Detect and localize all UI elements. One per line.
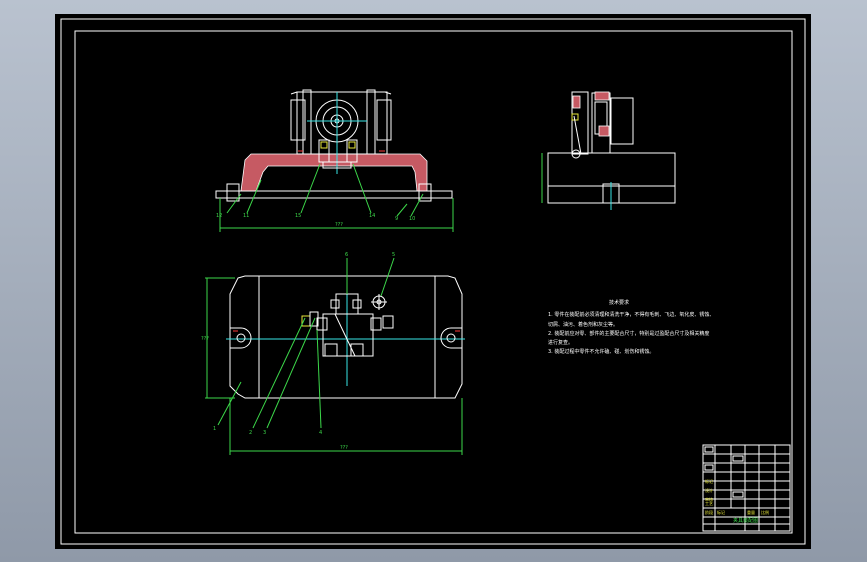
inner-border	[74, 30, 793, 534]
balloon-1: 1	[213, 426, 216, 432]
balloon-12: 12	[216, 213, 222, 219]
tb-label-weight: 重量	[747, 509, 755, 515]
notes-title: 技术要求	[609, 299, 629, 306]
side-section-top	[572, 95, 581, 109]
note-line-2: 切屑、油污、着色剂和灰尘等。	[548, 321, 618, 328]
note-line-4: 进行复查。	[548, 339, 573, 346]
front-view: ??? 12 11 15 14 9 10	[215, 89, 454, 232]
balloon-11: 11	[243, 213, 249, 219]
plan-view: ??? ??? 6 5 1 2 3 4	[201, 252, 465, 455]
cad-viewport[interactable]: ??? 12 11 15 14 9 10 ??? ??? 6 5 1 2 3 4…	[55, 14, 811, 549]
plan-width-label: ???	[340, 445, 348, 451]
balloon-2: 2	[249, 430, 252, 436]
tb-label-stage: 阶段	[705, 509, 713, 515]
drawing-canvas: ??? 12 11 15 14 9 10 ??? ??? 6 5 1 2 3 4…	[60, 18, 806, 545]
note-line-1: 1. 零件在装配前必须清理和清洗干净，不得有毛刺、飞边、氧化皮、锈蚀、	[548, 311, 714, 318]
side-view	[541, 91, 676, 210]
tb-part-name: 夹具装配图	[733, 517, 758, 524]
tb-row-design: 设计	[705, 487, 713, 493]
plan-height-label: ???	[201, 336, 209, 342]
balloon-6: 6	[345, 252, 348, 258]
tb-label-scale: 比例	[761, 509, 769, 515]
balloon-9: 9	[395, 216, 398, 222]
note-line-5: 3. 装配过程中零件不允许磕、碰、划伤和锈蚀。	[548, 348, 654, 355]
outer-border	[60, 18, 806, 545]
balloon-10: 10	[409, 216, 415, 222]
balloon-3: 3	[263, 430, 266, 436]
tb-row-process: 工艺	[705, 501, 713, 506]
balloon-5: 5	[392, 252, 395, 258]
note-line-3: 2. 装配前应对零、部件的主要配合尺寸，特别是过盈配合尺寸及相关精度	[548, 330, 709, 337]
front-base-section	[240, 153, 428, 192]
balloon-15: 15	[295, 213, 301, 219]
balloon-4: 4	[319, 430, 322, 436]
tb-label-mark: 标记	[717, 509, 725, 515]
tb-row-mark: 标记	[705, 478, 713, 484]
title-block: 阶段 标记 重量 比例 标记 设计 审核 工艺 夹具装配图	[702, 444, 791, 532]
front-width-label: ???	[335, 222, 343, 228]
balloon-14: 14	[369, 213, 375, 219]
technical-notes: 技术要求 1. 零件在装配前必须清理和清洗干净，不得有毛刺、飞边、氧化皮、锈蚀、…	[548, 299, 714, 355]
